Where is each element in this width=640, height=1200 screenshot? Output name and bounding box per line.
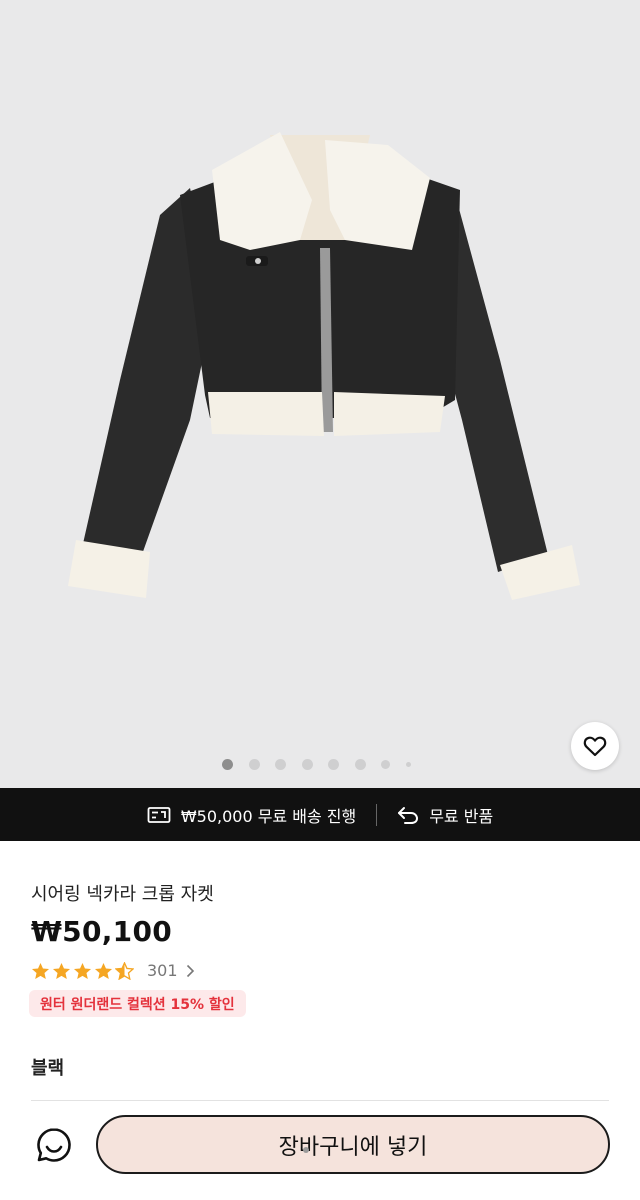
selected-color-label: 블랙: [31, 1058, 65, 1079]
gallery-dot-4[interactable]: [301, 759, 313, 770]
gallery-dot-5[interactable]: [328, 759, 339, 770]
half-star-icon: [115, 961, 134, 980]
home-indicator-dot: [303, 1147, 309, 1153]
promo-divider: [376, 803, 378, 826]
rating-summary[interactable]: 301: [31, 961, 195, 980]
chat-bubble-icon: [37, 1128, 71, 1162]
gallery-dot-1[interactable]: [222, 759, 233, 770]
star-icon: [52, 962, 71, 979]
gallery-dot-6[interactable]: [354, 759, 366, 770]
product-title: 시어링 넥카라 크롭 자켓: [31, 884, 214, 905]
gallery-pagination: [222, 759, 411, 770]
return-arrow-icon: [398, 806, 419, 824]
wishlist-button[interactable]: [571, 722, 619, 770]
promo-badge: 원터 원더랜드 컬렉션 15% 할인: [29, 990, 246, 1017]
chat-button[interactable]: [35, 1126, 73, 1164]
shipping-promo-text: ₩50,000 무료 배송 진행: [180, 806, 357, 826]
product-image-gallery[interactable]: [0, 0, 640, 788]
gallery-dot-8[interactable]: [405, 762, 411, 767]
chevron-right-icon: [186, 964, 195, 978]
add-to-cart-button[interactable]: 장바구니에 넣기: [96, 1115, 610, 1174]
shipping-promo-bar[interactable]: ₩50,000 무료 배송 진행 무료 반품: [0, 788, 640, 841]
product-price: ₩50,100: [31, 915, 173, 948]
star-icon: [94, 962, 113, 979]
free-return-text: 무료 반품: [429, 806, 494, 826]
heart-outline-icon: [583, 736, 607, 757]
gallery-dot-2[interactable]: [248, 759, 260, 770]
product-image: [68, 132, 580, 600]
star-icon: [73, 962, 92, 979]
review-count: 301: [147, 961, 178, 980]
free-shipping-icon: [147, 806, 171, 823]
divider: [31, 1100, 609, 1101]
gallery-dot-3[interactable]: [275, 759, 286, 770]
star-icon: [31, 962, 50, 979]
rating-stars: [31, 961, 134, 980]
gallery-dot-7[interactable]: [381, 760, 390, 769]
